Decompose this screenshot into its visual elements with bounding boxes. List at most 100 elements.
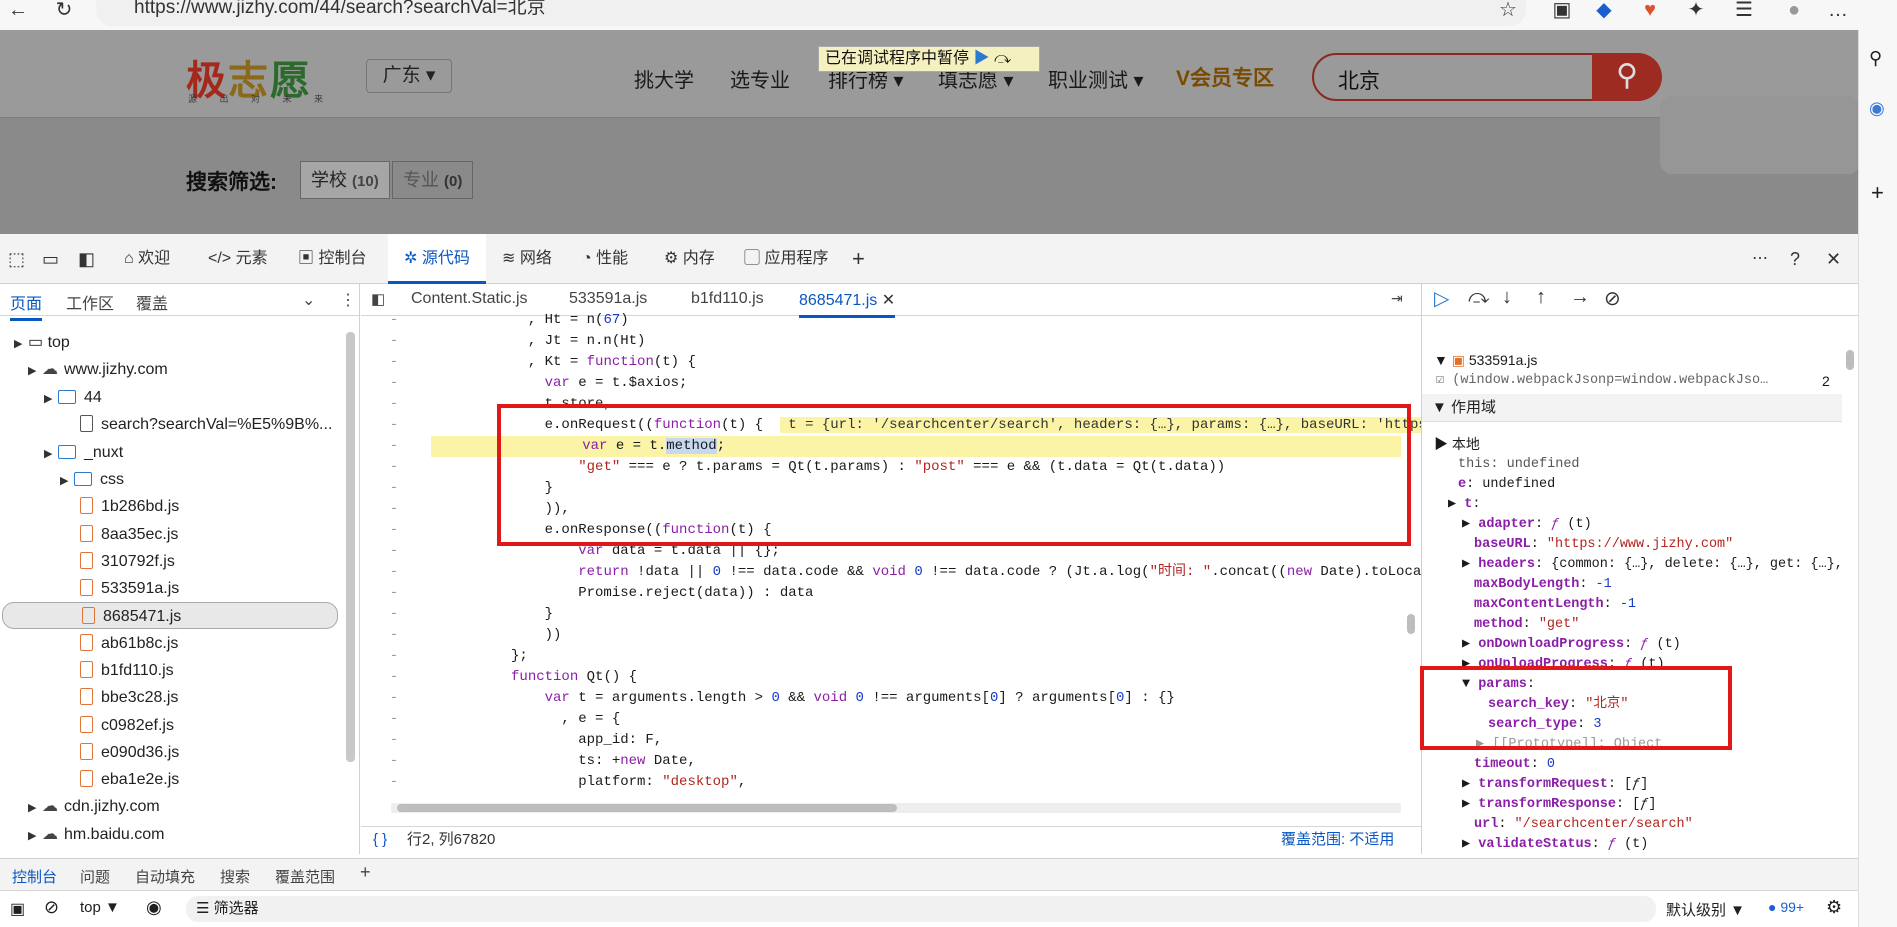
device-icon[interactable]: ▭ [42,234,59,284]
tab-elements[interactable]: </> 元素 [208,234,268,284]
tab-workspace[interactable]: 工作区 [66,290,114,314]
filter-chip-major[interactable]: 专业 (0) [392,161,474,199]
scope-var[interactable]: ▶ t: [1448,495,1480,515]
vip-link[interactable]: V会员专区 [1176,62,1274,92]
back-icon[interactable]: ← [4,0,32,24]
sidebar-toggle-icon[interactable]: ▣ [10,899,25,919]
resume-icon[interactable]: ▷ [1434,286,1449,311]
close-icon[interactable]: ✕ [1826,234,1841,284]
scope-var[interactable]: ▶ onDownloadProgress: ƒ (t) [1462,635,1681,655]
tree-item[interactable]: ▶ 44 [0,384,340,411]
more-icon[interactable]: ⋮ [340,290,356,310]
tab-welcome[interactable]: ⌂ 欢迎 [124,234,170,284]
editor-tab[interactable]: Content.Static.js [411,290,528,308]
editor-tab[interactable]: 533591a.js [569,290,647,308]
pretty-print-icon[interactable]: { } [373,827,387,853]
scope-var[interactable]: ▶ transformRequest: [ƒ] [1462,775,1648,795]
add-tab-icon[interactable]: + [852,234,865,284]
nav-item[interactable]: 职业测试 ▾ [1048,64,1144,93]
tab-console[interactable]: ▣ 控制台 [298,234,366,284]
site-search-button[interactable]: ⚲ [1592,53,1662,101]
dock-icon[interactable]: ◧ [78,234,95,284]
tab-overrides[interactable]: 覆盖 [136,290,168,314]
scrollbar[interactable] [1846,350,1854,370]
gear-icon[interactable]: ⚙ [1826,897,1842,918]
drawer-tab-issues[interactable]: 问题 [80,866,110,887]
drawer-tab-search[interactable]: 搜索 [220,866,250,887]
tree-item[interactable]: 310792f.js [0,548,340,575]
close-tab-icon[interactable]: ✕ [882,292,895,309]
avatar[interactable]: ● [1780,0,1808,24]
toggle-debugger-icon[interactable]: ⇥ [1391,290,1403,307]
step-out-icon[interactable]: ↑ [1536,286,1546,309]
tree-item[interactable]: ▶ ☁ cdn.jizhy.com [0,793,340,820]
coverage-status[interactable]: 覆盖范围: 不适用 [1281,827,1394,853]
tree-item[interactable]: 1b286bd.js [0,493,340,520]
inspect-icon[interactable]: ⬚ [8,234,25,284]
tab-performance[interactable]: ◔ 性能 [582,234,628,284]
puzzle-icon[interactable]: ✦ [1682,0,1710,24]
vertical-scrollbar[interactable] [1407,614,1415,634]
deactivate-breakpoints-icon[interactable]: ⊘ [1604,286,1621,311]
tree-item[interactable]: eba1e2e.js [0,766,340,793]
region-select[interactable]: 广东 ▾ [366,59,452,93]
scrollbar[interactable] [346,332,355,762]
search-icon[interactable]: ⚲ [1869,48,1882,69]
nav-item[interactable]: 挑大学 [634,64,694,93]
extension-icon[interactable]: ◆ [1590,0,1618,24]
step-icon[interactable]: ⤼ [994,50,1011,67]
tab-page[interactable]: 页面 [10,290,43,321]
scope-header[interactable]: ▼ 作用域 [1422,394,1842,422]
callstack-line[interactable]: ☑ (window.webpackJsonp=window.webpackJso… [1436,371,1768,391]
tree-item[interactable]: ▶ ▭ top [0,329,340,356]
tree-item[interactable]: ▶ css [0,466,340,493]
context-select[interactable]: top ▼ [80,899,120,916]
editor-tab[interactable]: b1fd110.js [691,290,764,308]
copilot-icon[interactable]: ◉ [1869,98,1885,119]
tree-item[interactable]: b1fd110.js [0,657,340,684]
tree-item[interactable]: 533591a.js [0,575,340,602]
tree-item[interactable]: ▶ ☁ hm.baidu.com [0,821,340,848]
scope-var[interactable]: ▶ transformResponse: [ƒ] [1462,795,1657,815]
more-icon[interactable]: ⋯ [1752,234,1768,284]
favorites-icon[interactable]: ☰ [1730,0,1758,24]
star-icon[interactable]: ☆ [1494,0,1522,24]
log-level-select[interactable]: 默认级别 ▼ [1666,899,1745,920]
console-filter-input[interactable]: ☰ 筛选器 [186,896,1656,922]
scope-var[interactable]: ▶ validateStatus: ƒ (t) [1462,835,1648,855]
step-into-icon[interactable]: ↓ [1502,286,1512,309]
tab-application[interactable]: ▢ 应用程序 [744,234,828,284]
extension-icon[interactable]: ▣ [1548,0,1576,24]
add-icon[interactable]: + [1871,180,1884,206]
tab-sources[interactable]: ✲ 源代码 [388,234,486,284]
extension-icon[interactable]: ♥ [1636,0,1664,24]
more-icon[interactable]: … [1824,0,1852,24]
tab-network[interactable]: ≋ 网络 [502,234,552,284]
issues-badge[interactable]: ● 99+ [1768,899,1804,915]
tree-item[interactable]: ab61b8c.js [0,630,340,657]
resume-icon[interactable]: ▶ [973,50,989,67]
tree-item[interactable]: ▶ ☁ www.jizhy.com [0,356,340,383]
drawer-tab-coverage[interactable]: 覆盖范围 [275,866,335,887]
add-tab-icon[interactable]: + [360,862,371,883]
scope-var[interactable]: ▶ adapter: ƒ (t) [1462,515,1592,535]
help-icon[interactable]: ? [1790,234,1800,284]
tree-item[interactable]: 8aa35ec.js [0,521,340,548]
step-over-icon[interactable]: ⤼ [1468,286,1489,309]
horizontal-scrollbar[interactable] [391,803,1401,813]
nav-item[interactable]: 选专业 [730,64,790,93]
callstack-frame[interactable]: ▼ ▣ 533591a.js [1434,350,1537,370]
clear-console-icon[interactable]: ⊘ [44,897,59,918]
tree-item[interactable]: ▶ _nuxt [0,439,340,466]
step-icon[interactable]: → [1570,286,1590,309]
scope-var[interactable]: ▶ headers: {common: {…}, delete: {…}, ge… [1462,555,1843,575]
eye-icon[interactable]: ◉ [146,897,162,918]
tree-item[interactable]: bbe3c28.js [0,684,340,711]
tree-item-selected[interactable]: 8685471.js [2,602,338,629]
drawer-tab-autofill[interactable]: 自动填充 [135,866,195,887]
reload-icon[interactable]: ↻ [50,0,78,24]
tab-memory[interactable]: ⚙ 内存 [664,234,715,284]
filter-chip-school[interactable]: 学校 (10) [300,161,390,199]
local-scope[interactable]: ▶ 本地 [1434,434,1480,454]
tree-item[interactable]: e090d36.js [0,739,340,766]
